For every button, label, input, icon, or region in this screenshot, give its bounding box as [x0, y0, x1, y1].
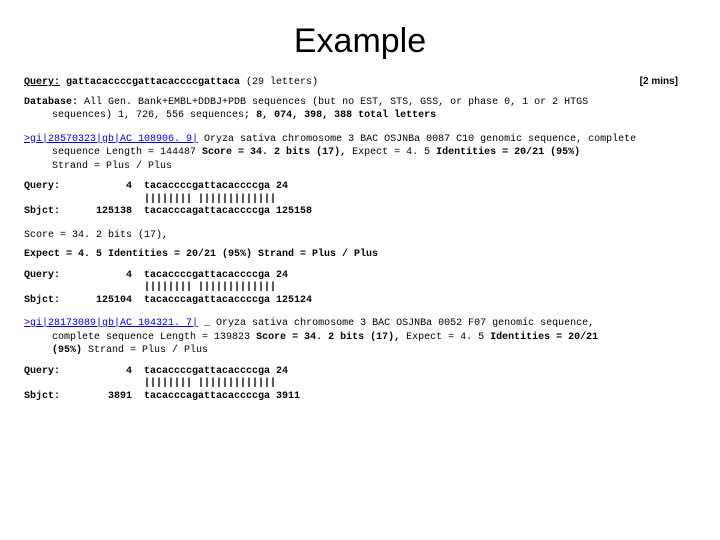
aln2-sbjct: Sbjct: 125104 tacacccagattacaccccga 1251…: [24, 295, 696, 308]
alignment-3: Query: 4 tacaccccgattacaccccga 24 ||||||…: [24, 366, 696, 404]
page-title: Example: [24, 22, 696, 61]
aln3-sbjct: Sbjct: 3891 tacacccagattacaccccga 3911: [24, 391, 696, 404]
aln2-match: |||||||| |||||||||||||: [24, 282, 696, 295]
aln1-query: Query: 4 tacaccccgattacaccccga 24: [24, 181, 696, 194]
database-desc-1: All Gen. Bank+EMBL+DDBJ+PDB sequences (b…: [84, 97, 588, 108]
database-total: 8, 074, 398, 388 total letters: [256, 110, 436, 121]
query-label: Query:: [24, 76, 60, 90]
database-label: Database:: [24, 97, 78, 108]
aln1-sbjct: Sbjct: 125138 tacacccagattacaccccga 1251…: [24, 206, 696, 219]
hit-2-desc-1: _ Oryza sativa chromosome 3 BAC OSJNBa 0…: [204, 318, 594, 329]
hit-2-desc-2: complete sequence Length = 139823: [52, 332, 250, 343]
mid-score: Score = 34. 2 bits (17),: [24, 229, 696, 243]
aln3-match: |||||||| |||||||||||||: [24, 378, 696, 391]
query-row: Query: gattacaccccgattacaccccgattaca (29…: [24, 75, 696, 90]
alignment-2: Query: 4 tacaccccgattacaccccga 24 ||||||…: [24, 270, 696, 308]
hit-1-desc-1: Oryza sativa chromosome 3 BAC OSJNBa 008…: [204, 134, 636, 145]
hit-2-ident: Identities = 20/21: [490, 332, 598, 343]
aln3-query: Query: 4 tacaccccgattacaccccga 24: [24, 366, 696, 379]
timing-note: [2 mins]: [640, 75, 678, 89]
hit-1-ident: Identities = 20/21 (95%): [436, 147, 580, 158]
hit-1-link[interactable]: >gi|28570323|gb|AC 108906. 9|: [24, 134, 198, 145]
query-length: (29 letters): [246, 76, 318, 90]
hit-2-strand: Strand = Plus / Plus: [88, 345, 208, 356]
database-block: Database: All Gen. Bank+EMBL+DDBJ+PDB se…: [24, 96, 696, 123]
alignment-1: Query: 4 tacaccccgattacaccccga 24 ||||||…: [24, 181, 696, 219]
hit-1-score: Score = 34. 2 bits (17),: [202, 147, 346, 158]
hit-2-expect: Expect = 4. 5: [406, 332, 484, 343]
aln1-match: |||||||| |||||||||||||: [24, 194, 696, 207]
query-sequence: gattacaccccgattacaccccgattaca: [66, 76, 240, 90]
hit-2: >gi|28173089|gb|AC 104321. 7| _ Oryza sa…: [24, 317, 696, 358]
hit-1: >gi|28570323|gb|AC 108906. 9| Oryza sati…: [24, 133, 696, 174]
aln2-query: Query: 4 tacaccccgattacaccccga 24: [24, 270, 696, 283]
hit-2-score: Score = 34. 2 bits (17),: [256, 332, 400, 343]
mid-stats: Expect = 4. 5 Identities = 20/21 (95%) S…: [24, 248, 696, 262]
hit-2-link[interactable]: >gi|28173089|gb|AC 104321. 7|: [24, 318, 198, 329]
hit-1-expect: Expect = 4. 5: [352, 147, 430, 158]
hit-1-strand: Strand = Plus / Plus: [52, 160, 696, 174]
database-desc-2: sequences) 1, 726, 556 sequences;: [52, 110, 250, 121]
hit-2-ident2: (95%): [52, 345, 82, 356]
hit-1-desc-2: sequence Length = 144487: [52, 147, 196, 158]
